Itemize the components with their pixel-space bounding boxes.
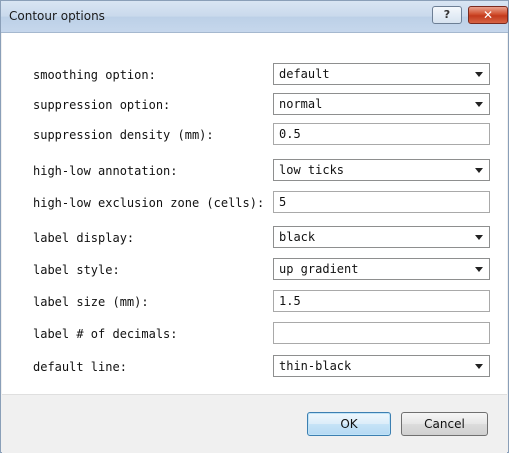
- high-low-annotation-value: low ticks: [279, 163, 345, 177]
- label-style-dropdown[interactable]: up gradient: [273, 258, 490, 280]
- suppression-option-value: normal: [279, 97, 323, 111]
- title-bar[interactable]: Contour options ? ✕: [1, 1, 508, 33]
- default-line-value: thin-black: [279, 359, 352, 373]
- dialog-title: Contour options: [9, 9, 105, 23]
- label-size-label: label size (mm):: [33, 295, 149, 309]
- smoothing-option-label: smoothing option:: [33, 68, 156, 82]
- help-icon: ?: [443, 8, 451, 21]
- label-size-input[interactable]: 1.5: [273, 290, 490, 312]
- high-low-exclusion-zone-input[interactable]: 5: [273, 191, 490, 213]
- label-decimals-label: label # of decimals:: [33, 327, 178, 341]
- chevron-down-icon: [475, 72, 483, 77]
- default-line-label: default line:: [33, 360, 127, 374]
- contour-options-dialog: Contour options ? ✕ smoothing option: de…: [0, 0, 509, 453]
- label-display-label: label display:: [33, 231, 135, 245]
- smoothing-option-value: default: [279, 67, 330, 81]
- default-line-dropdown[interactable]: thin-black: [273, 355, 490, 377]
- label-size-value: 1.5: [279, 294, 301, 308]
- suppression-option-label: suppression option:: [33, 98, 171, 112]
- chevron-down-icon: [475, 235, 483, 240]
- chevron-down-icon: [475, 267, 483, 272]
- high-low-annotation-label: high-low annotation:: [33, 164, 178, 178]
- label-display-value: black: [279, 230, 316, 244]
- close-button[interactable]: ✕: [468, 6, 508, 24]
- ok-button[interactable]: OK: [307, 412, 391, 436]
- suppression-density-label: suppression density (mm):: [33, 128, 214, 142]
- help-button[interactable]: ?: [432, 6, 462, 24]
- high-low-annotation-dropdown[interactable]: low ticks: [273, 159, 490, 181]
- suppression-density-input[interactable]: 0.5: [273, 123, 490, 145]
- label-display-dropdown[interactable]: black: [273, 226, 490, 248]
- suppression-option-dropdown[interactable]: normal: [273, 93, 490, 115]
- suppression-density-value: 0.5: [279, 127, 301, 141]
- label-style-value: up gradient: [279, 262, 359, 276]
- chevron-down-icon: [475, 102, 483, 107]
- high-low-exclusion-zone-label: high-low exclusion zone (cells):: [33, 196, 265, 210]
- label-decimals-input[interactable]: [273, 322, 490, 344]
- chevron-down-icon: [475, 364, 483, 369]
- close-icon: ✕: [482, 8, 494, 22]
- cancel-button[interactable]: Cancel: [401, 412, 488, 436]
- label-style-label: label style:: [33, 263, 120, 277]
- chevron-down-icon: [475, 168, 483, 173]
- smoothing-option-dropdown[interactable]: default: [273, 63, 490, 85]
- high-low-exclusion-zone-value: 5: [279, 195, 287, 209]
